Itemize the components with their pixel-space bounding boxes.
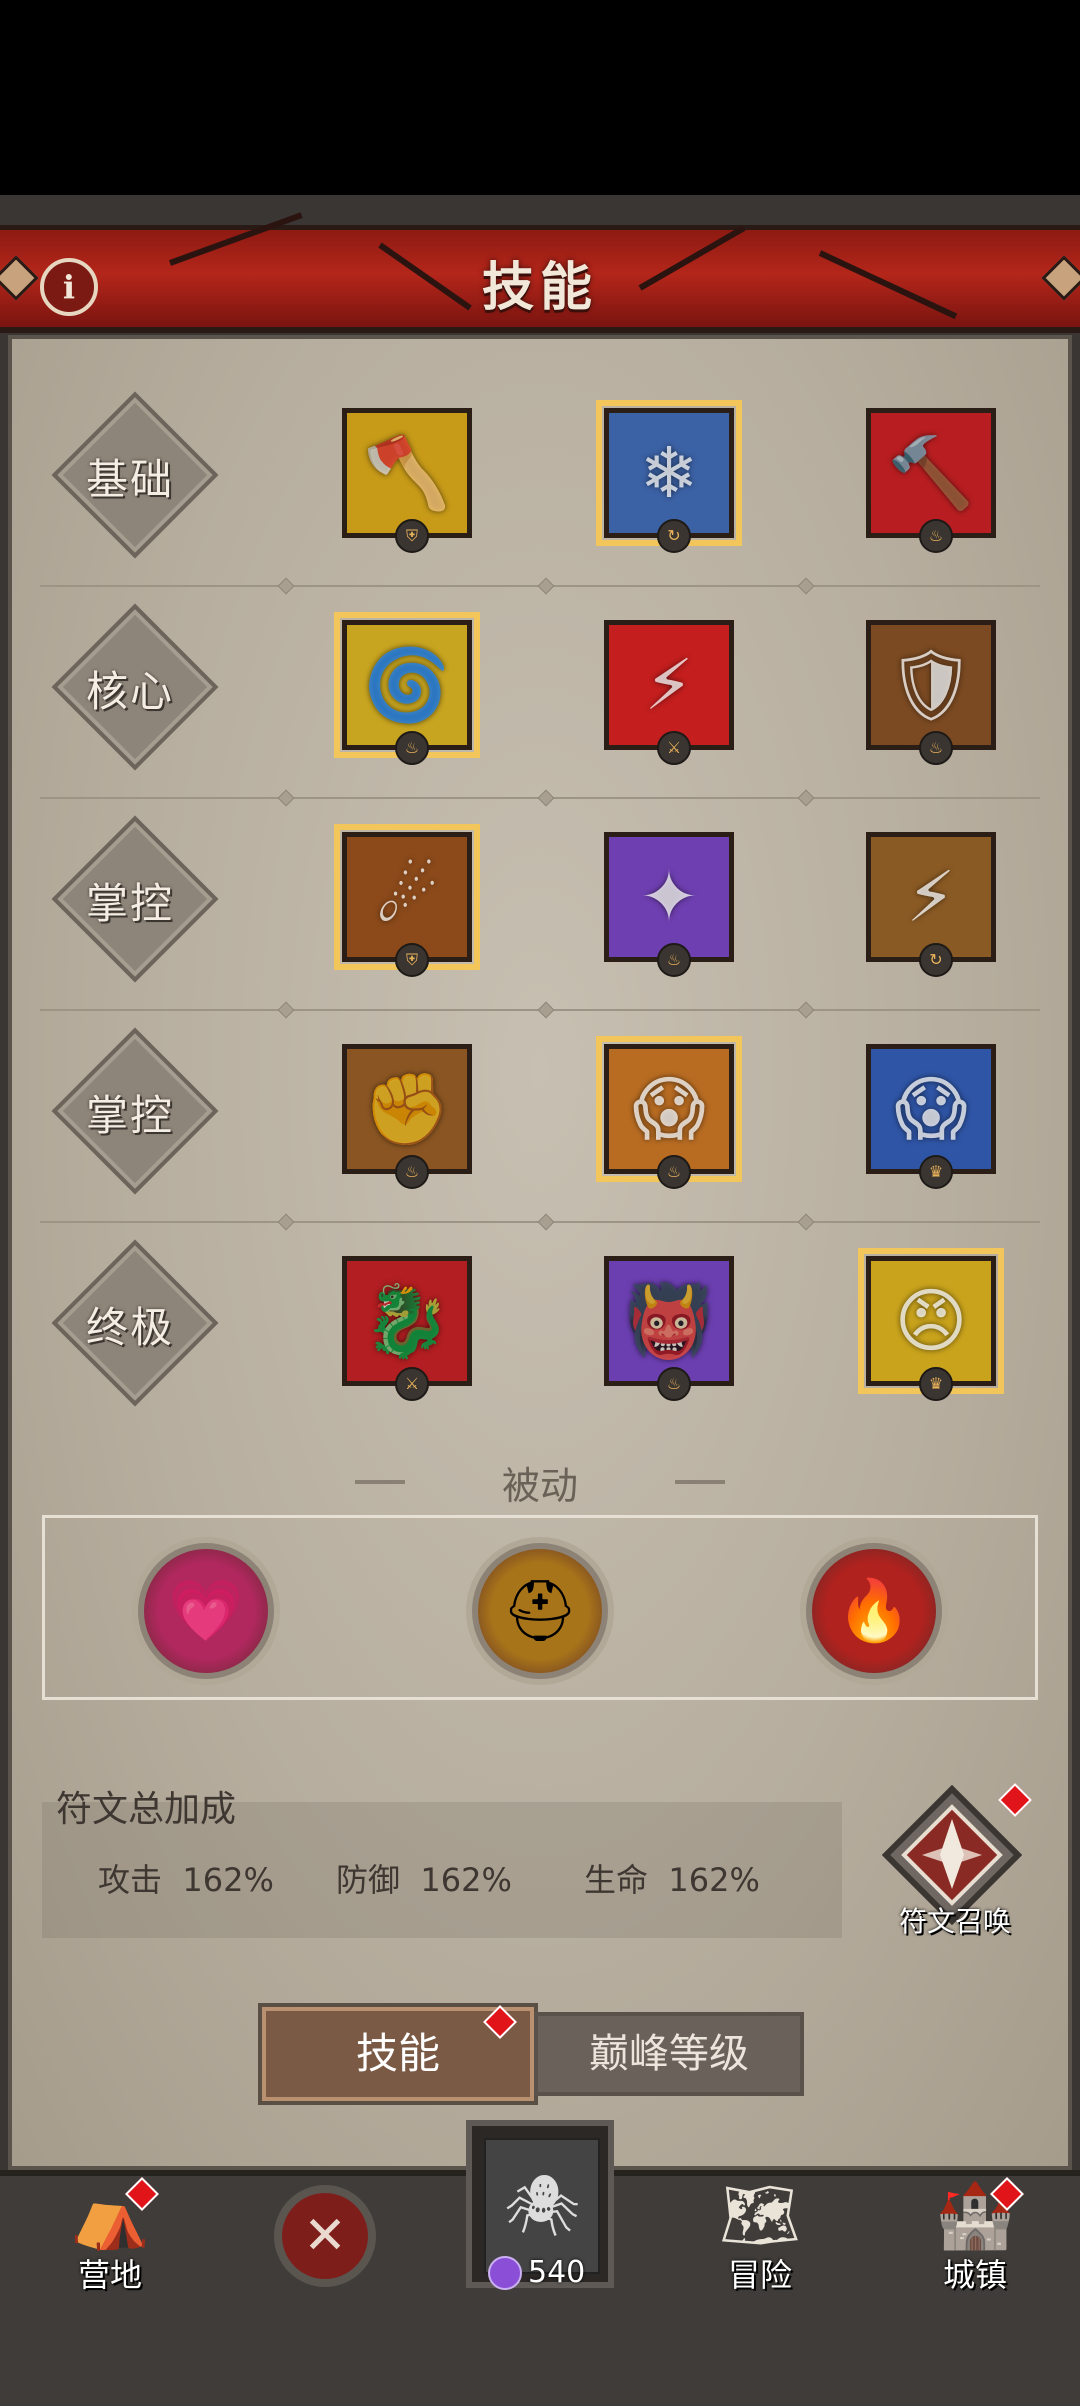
nav-town-label[interactable]: 城镇	[895, 2250, 1055, 2296]
axe-skill-slot[interactable]: 🪓 ⛨	[342, 408, 472, 553]
swirl-element-icon: ↻	[919, 943, 953, 977]
flame-element-icon: ♨	[657, 943, 691, 977]
axe-icon: 🪓	[363, 432, 451, 514]
stat-attack: 攻击 162%	[98, 1855, 274, 1901]
berserk-icon: 😠	[894, 1280, 968, 1362]
town-castle-icon[interactable]: 🏰	[895, 2178, 1055, 2253]
spider-emblem-icon: 🕷	[484, 2138, 600, 2274]
camp-tent-icon[interactable]: ⛺	[30, 2178, 190, 2253]
adventure-map-icon[interactable]: 🗺	[680, 2178, 840, 2253]
shadow-burst-skill-slot[interactable]: ✦ ♨	[604, 832, 734, 977]
rune-summon-label[interactable]: 符文召唤	[880, 1900, 1030, 1940]
stat-defense-value: 162%	[420, 1861, 512, 1899]
meteor-icon: ☄	[375, 856, 439, 938]
passive-ornament-right	[675, 1480, 725, 1484]
flame-element-icon: ♨	[395, 731, 429, 765]
row-label: 基础	[85, 455, 174, 504]
meteor-skill-slot[interactable]: ☄ ⛨	[334, 824, 480, 977]
demon-skill-slot[interactable]: 👹 ♨	[604, 1256, 734, 1401]
war-cry-skill-slot[interactable]: 😱 ♨	[596, 1036, 742, 1189]
crown-element-icon: ♛	[919, 1367, 953, 1401]
whirlwind-icon: 🌀	[363, 644, 451, 726]
ice-roar-icon: 😱	[894, 1068, 968, 1150]
ground-slam-skill-slot[interactable]: ✊ ♨	[342, 1044, 472, 1189]
stat-health-value: 162%	[668, 1861, 760, 1899]
shadow-burst-icon: ✦	[639, 856, 699, 938]
frost-axe-icon: ❄	[639, 432, 699, 514]
row-label: 终极	[85, 1303, 174, 1352]
page-title: 技能	[481, 258, 598, 318]
ground-slam-icon: ✊	[363, 1068, 451, 1150]
claw-element-icon: ⚔	[395, 1367, 429, 1401]
demon-icon: 👹	[625, 1280, 713, 1362]
stat-health-label: 生命	[584, 1861, 649, 1899]
gem-icon	[488, 2256, 522, 2290]
war-cry-icon: 😱	[632, 1068, 706, 1150]
horned-helmet-icon[interactable]: ⛑	[472, 1543, 608, 1679]
nav-camp-label[interactable]: 营地	[30, 2250, 190, 2296]
frost-axe-skill-slot[interactable]: ❄ ↻	[596, 400, 742, 553]
stat-attack-value: 162%	[182, 1861, 274, 1899]
row-label: 核心	[85, 667, 174, 716]
rune-bonus-title: 符文总加成	[56, 1789, 237, 1830]
flame-element-icon: ♨	[919, 731, 953, 765]
totem-skill-slot[interactable]: 🛡 ♨	[866, 620, 996, 765]
dragon-slash-icon: 🐉	[363, 1280, 451, 1362]
status-bar-area	[0, 0, 1080, 195]
shield-element-icon: ⛨	[395, 519, 429, 553]
dragon-slash-skill-slot[interactable]: 🐉 ⚔	[342, 1256, 472, 1401]
stat-health: 生命 162%	[584, 1855, 760, 1901]
whirlwind-skill-slot[interactable]: 🌀 ♨	[334, 612, 480, 765]
flame-element-icon: ♨	[395, 1155, 429, 1189]
shield-element-icon: ⛨	[395, 943, 429, 977]
totem-icon: 🛡	[886, 644, 976, 726]
earth-split-icon: ⚡	[906, 856, 956, 938]
passive-title: 被动	[501, 1464, 578, 1508]
ice-roar-skill-slot[interactable]: 😱 ♛	[866, 1044, 996, 1189]
flame-element-icon: ♨	[657, 1155, 691, 1189]
tab-paragon-level[interactable]: 巅峰等级	[534, 2012, 804, 2096]
stat-attack-label: 攻击	[98, 1861, 163, 1899]
row-label: 掌控	[85, 879, 174, 928]
flame-element-icon: ♨	[919, 519, 953, 553]
rend-skill-slot[interactable]: ⚡ ⚔	[604, 620, 734, 765]
bleeding-heart-icon[interactable]: 💗	[138, 1543, 274, 1679]
claw-element-icon: ⚔	[657, 731, 691, 765]
earth-split-skill-slot[interactable]: ⚡ ↻	[866, 832, 996, 977]
flame-face-icon[interactable]: 🔥	[806, 1543, 942, 1679]
berserk-skill-slot[interactable]: 😠 ♛	[858, 1248, 1004, 1401]
swirl-element-icon: ↻	[657, 519, 691, 553]
close-button[interactable]: ✕	[274, 2185, 376, 2287]
row-label: 掌控	[85, 1091, 174, 1140]
fire-hammer-icon: 🔨	[887, 432, 975, 514]
stat-defense: 防御 162%	[336, 1855, 512, 1901]
nav-adventure-label[interactable]: 冒险	[680, 2250, 840, 2296]
rend-icon: ⚡	[644, 644, 694, 726]
flame-element-icon: ♨	[657, 1367, 691, 1401]
gem-count: 540	[528, 2255, 586, 2290]
stat-defense-label: 防御	[336, 1861, 401, 1899]
crown-element-icon: ♛	[919, 1155, 953, 1189]
fire-hammer-skill-slot[interactable]: 🔨 ♨	[866, 408, 996, 553]
